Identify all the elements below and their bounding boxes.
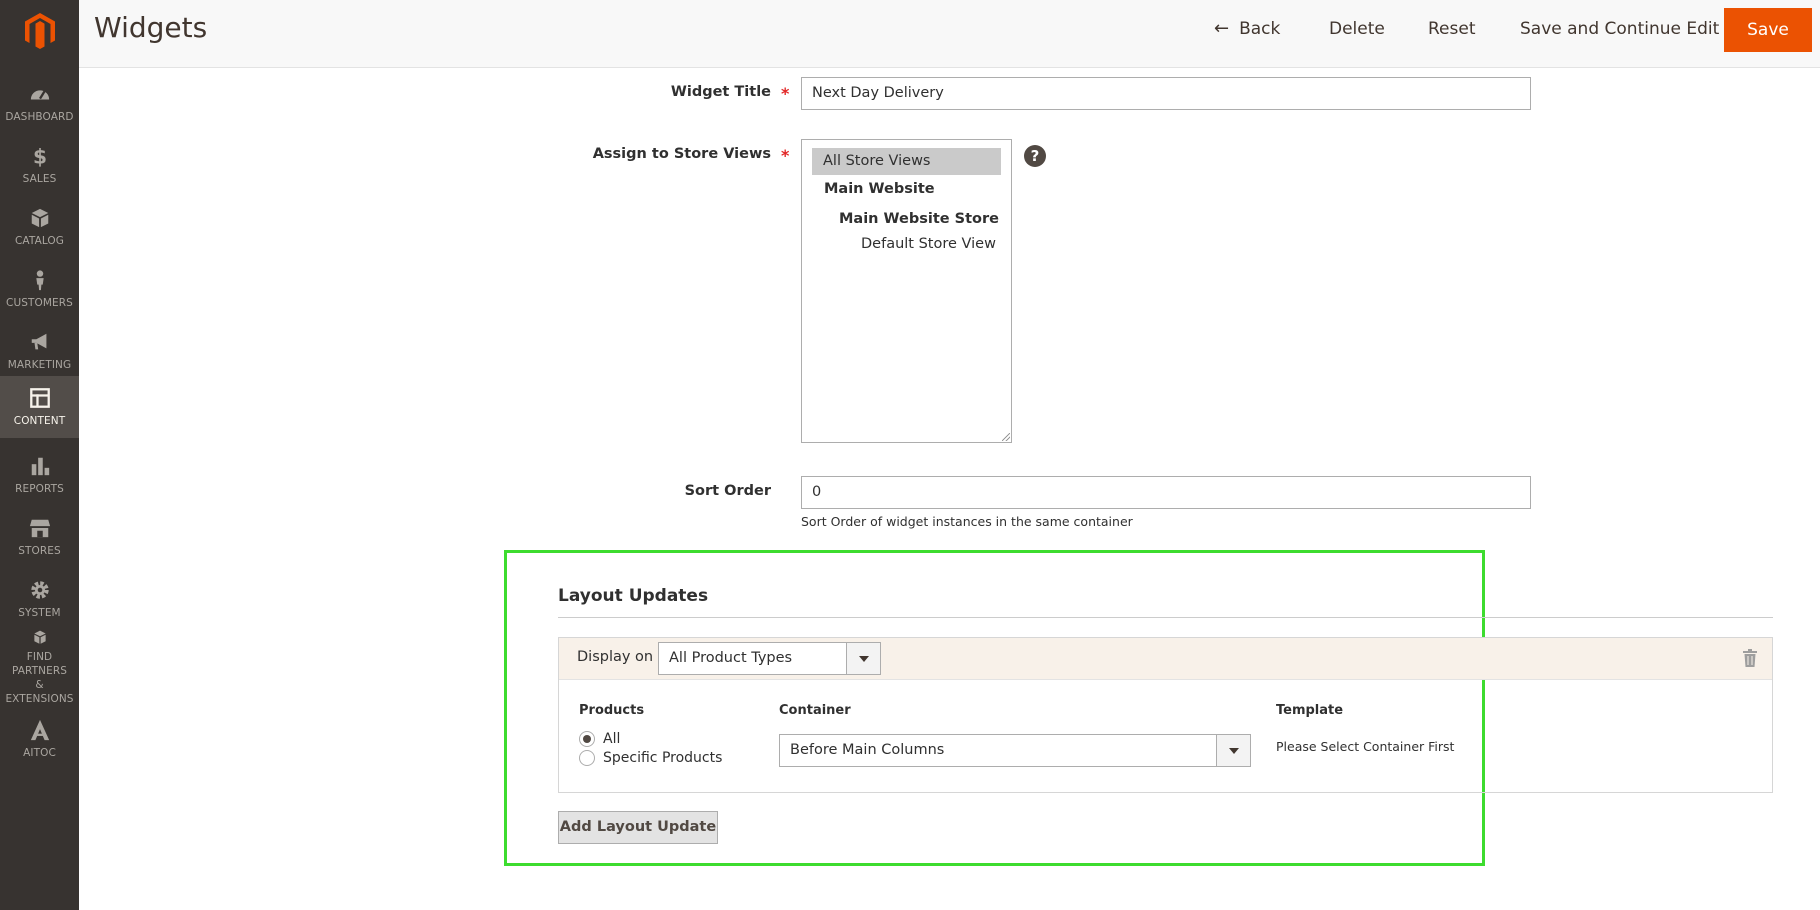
aitoc-icon (30, 719, 49, 740)
admin-sidebar: DASHBOARD $ SALES CATALOG CUSTOMERS MARK… (0, 0, 79, 910)
sidebar-item-label: FIND PARTNERS & EXTENSIONS (5, 651, 74, 705)
layout-update-header: Display on All Product Types (559, 638, 1772, 680)
sidebar-item-label: REPORTS (15, 482, 64, 495)
display-on-label: Display on (577, 649, 654, 665)
sidebar-item-aitoc[interactable]: AITOC (0, 708, 79, 770)
dollar-icon: $ (32, 145, 46, 167)
sort-order-note: Sort Order of widget instances in the sa… (801, 514, 1133, 529)
sidebar-item-label: AITOC (23, 746, 56, 759)
sidebar-item-system[interactable]: SYSTEM (0, 568, 79, 630)
store-views-label: Assign to Store Views (592, 146, 771, 162)
back-button-label: Back (1239, 19, 1281, 39)
sidebar-item-label: STORES (18, 544, 61, 557)
sidebar-item-sales[interactable]: $ SALES (0, 134, 79, 196)
trash-icon[interactable] (1742, 649, 1758, 667)
page-title: Widgets (94, 11, 208, 44)
layout-icon (29, 387, 50, 408)
sidebar-item-label: SYSTEM (18, 606, 61, 619)
store-view-option-all[interactable]: All Store Views (812, 148, 1001, 175)
store-view-group-website: Main Website (824, 181, 935, 197)
chevron-down-icon (846, 643, 880, 674)
store-view-group-store: Main Website Store (839, 211, 999, 227)
sidebar-item-label: CUSTOMERS (6, 296, 73, 309)
help-icon[interactable]: ? (1024, 145, 1046, 167)
widget-title-label: Widget Title (670, 84, 771, 100)
page-header: Widgets ← Back Delete Reset Save and Cont… (79, 0, 1820, 68)
sidebar-item-reports[interactable]: REPORTS (0, 444, 79, 506)
radio-checked-icon (579, 731, 595, 747)
cubes-icon (33, 630, 46, 644)
sidebar-item-customers[interactable]: CUSTOMERS (0, 258, 79, 320)
gear-icon (30, 580, 49, 599)
container-header: Container (779, 703, 851, 718)
sidebar-item-marketing[interactable]: MARKETING (0, 320, 79, 382)
layout-update-item: Display on All Product Types Products Al… (558, 637, 1773, 793)
person-icon (35, 269, 44, 290)
svg-text:$: $ (32, 145, 46, 167)
container-value: Before Main Columns (790, 742, 945, 758)
container-select[interactable]: Before Main Columns (779, 734, 1251, 767)
products-header: Products (579, 703, 645, 718)
add-layout-update-button[interactable]: Add Layout Update (558, 811, 718, 844)
megaphone-icon (31, 333, 46, 349)
store-view-option-default[interactable]: Default Store View (861, 236, 996, 252)
products-radio-specific[interactable]: Specific Products (579, 750, 722, 766)
delete-button[interactable]: Delete (1329, 0, 1385, 58)
sidebar-item-label: DASHBOARD (5, 110, 74, 123)
dashboard-icon (30, 89, 49, 99)
save-and-continue-button[interactable]: Save and Continue Edit (1520, 0, 1719, 58)
display-on-value: All Product Types (669, 650, 793, 666)
bar-chart-icon (31, 457, 49, 475)
radio-unchecked-icon (579, 750, 595, 766)
section-divider (558, 617, 1773, 618)
radio-label: All (603, 731, 621, 747)
sort-order-label: Sort Order (684, 483, 771, 499)
sidebar-item-label: SALES (22, 172, 57, 185)
sidebar-item-stores[interactable]: STORES (0, 506, 79, 568)
storefront-icon (29, 519, 50, 537)
back-button[interactable]: ← Back (1214, 0, 1280, 58)
sort-order-input[interactable]: 0 (801, 476, 1531, 509)
display-on-select[interactable]: All Product Types (658, 642, 881, 675)
sidebar-item-label: CATALOG (14, 234, 65, 247)
required-marker: * (781, 84, 790, 103)
reset-button[interactable]: Reset (1428, 0, 1476, 58)
sidebar-item-label: MARKETING (7, 358, 72, 371)
store-views-multiselect[interactable]: All Store Views Main Website Main Websit… (801, 139, 1012, 443)
radio-label: Specific Products (603, 750, 723, 766)
sidebar-item-content[interactable]: CONTENT (0, 376, 79, 438)
arrow-left-icon: ← (1214, 18, 1230, 39)
layout-updates-title: Layout Updates (558, 586, 709, 606)
resize-handle-icon[interactable] (1002, 433, 1010, 441)
template-header: Template (1276, 703, 1344, 718)
chevron-down-icon (1216, 735, 1250, 766)
widget-title-input[interactable]: Next Day Delivery (801, 77, 1531, 110)
required-marker: * (781, 146, 790, 165)
sidebar-item-catalog[interactable]: CATALOG (0, 196, 79, 258)
magento-logo-icon[interactable] (0, 0, 79, 62)
sidebar-item-dashboard[interactable]: DASHBOARD (0, 72, 79, 134)
box-icon (31, 208, 48, 227)
save-button[interactable]: Save (1724, 8, 1812, 52)
products-radio-all[interactable]: All (579, 731, 620, 747)
sidebar-item-find-partners[interactable]: FIND PARTNERS & EXTENSIONS (0, 630, 79, 706)
sidebar-item-label: CONTENT (13, 414, 66, 427)
template-note: Please Select Container First (1276, 739, 1455, 754)
